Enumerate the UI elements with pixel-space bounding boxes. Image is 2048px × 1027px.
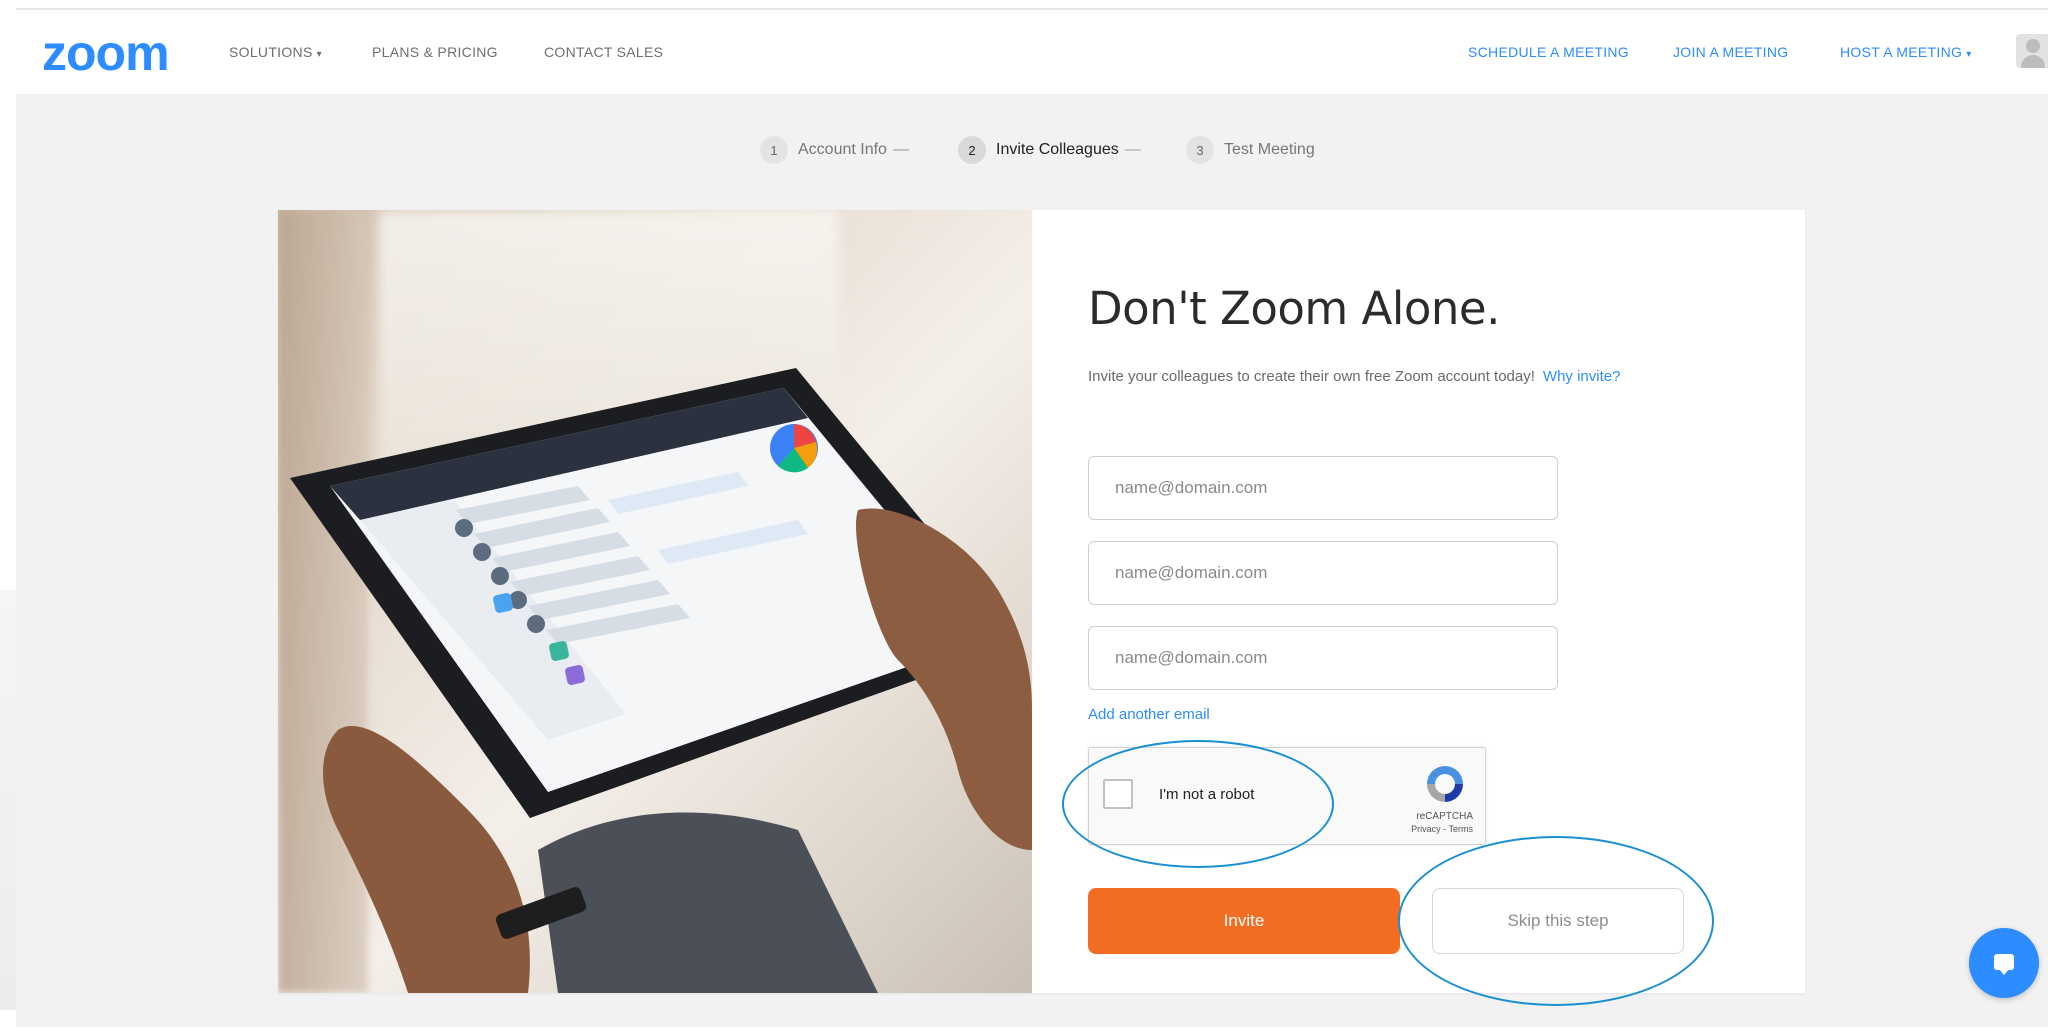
invite-form-panel: Don't Zoom Alone. Invite your colleagues… [1032, 210, 1805, 1006]
nav-join-meeting[interactable]: JOIN A MEETING [1673, 44, 1788, 60]
recaptcha-brand: reCAPTCHA [1416, 811, 1473, 822]
nav-plans-pricing[interactable]: PLANS & PRICING [372, 44, 498, 60]
nav-host-meeting[interactable]: HOST A MEETING ▾ [1840, 44, 1972, 60]
step-invite-colleagues: 2 Invite Colleagues — [958, 136, 1141, 164]
nav-contact-sales[interactable]: CONTACT SALES [544, 44, 663, 60]
step-test-meeting: 3 Test Meeting [1186, 136, 1315, 164]
page: zoom SOLUTIONS ▾ PLANS & PRICING CONTACT … [0, 0, 2048, 1027]
step-account-info: 1 Account Info — [760, 136, 909, 164]
why-invite-link[interactable]: Why invite? [1543, 368, 1621, 385]
subtitle: Invite your colleagues to create their o… [1088, 368, 1620, 385]
email-field-3[interactable] [1088, 626, 1558, 690]
recaptcha-checkbox[interactable] [1103, 779, 1133, 809]
recaptcha-privacy-terms[interactable]: Privacy - Terms [1411, 824, 1473, 834]
chevron-down-icon: ▾ [316, 49, 322, 60]
invite-card: Don't Zoom Alone. Invite your colleagues… [278, 210, 1805, 1006]
step-label: Invite Colleagues [996, 141, 1119, 158]
nav-solutions[interactable]: SOLUTIONS ▾ [229, 44, 322, 60]
add-another-email-link[interactable]: Add another email [1088, 706, 1210, 723]
email-field-1[interactable] [1088, 456, 1558, 520]
step-connector: — [1124, 141, 1141, 158]
step-number: 3 [1186, 136, 1214, 164]
invite-button[interactable]: Invite [1088, 888, 1400, 954]
step-label: Account Info [798, 141, 887, 158]
nav-host-meeting-label: HOST A MEETING [1840, 44, 1963, 60]
email-field-2[interactable] [1088, 541, 1558, 605]
step-number: 1 [760, 136, 788, 164]
zoom-logo[interactable]: zoom [42, 28, 170, 78]
step-label: Test Meeting [1224, 141, 1315, 158]
nav-solutions-label: SOLUTIONS [229, 44, 313, 60]
hero-photo-tablet [278, 210, 1032, 993]
skip-step-button[interactable]: Skip this step [1432, 888, 1684, 954]
recaptcha-logo-icon [1427, 766, 1463, 802]
nav-schedule-meeting[interactable]: SCHEDULE A MEETING [1468, 44, 1629, 60]
step-connector: — [892, 141, 909, 158]
site-header: zoom SOLUTIONS ▾ PLANS & PRICING CONTACT … [16, 10, 2048, 95]
step-number: 2 [958, 136, 986, 164]
chevron-down-icon: ▾ [1966, 49, 1972, 60]
chat-icon[interactable] [1969, 928, 2039, 998]
signup-stepper: 1 Account Info — 2 Invite Colleagues — 3… [0, 136, 2048, 168]
tablet-illustration [290, 368, 1032, 993]
subtitle-text: Invite your colleagues to create their o… [1088, 368, 1535, 385]
recaptcha-widget: I'm not a robot reCAPTCHA Privacy - Term… [1088, 747, 1486, 845]
user-avatar-icon[interactable] [2016, 34, 2048, 68]
recaptcha-label: I'm not a robot [1159, 786, 1255, 803]
page-title: Don't Zoom Alone. [1088, 282, 1500, 335]
left-edge-decoration [0, 590, 16, 1010]
